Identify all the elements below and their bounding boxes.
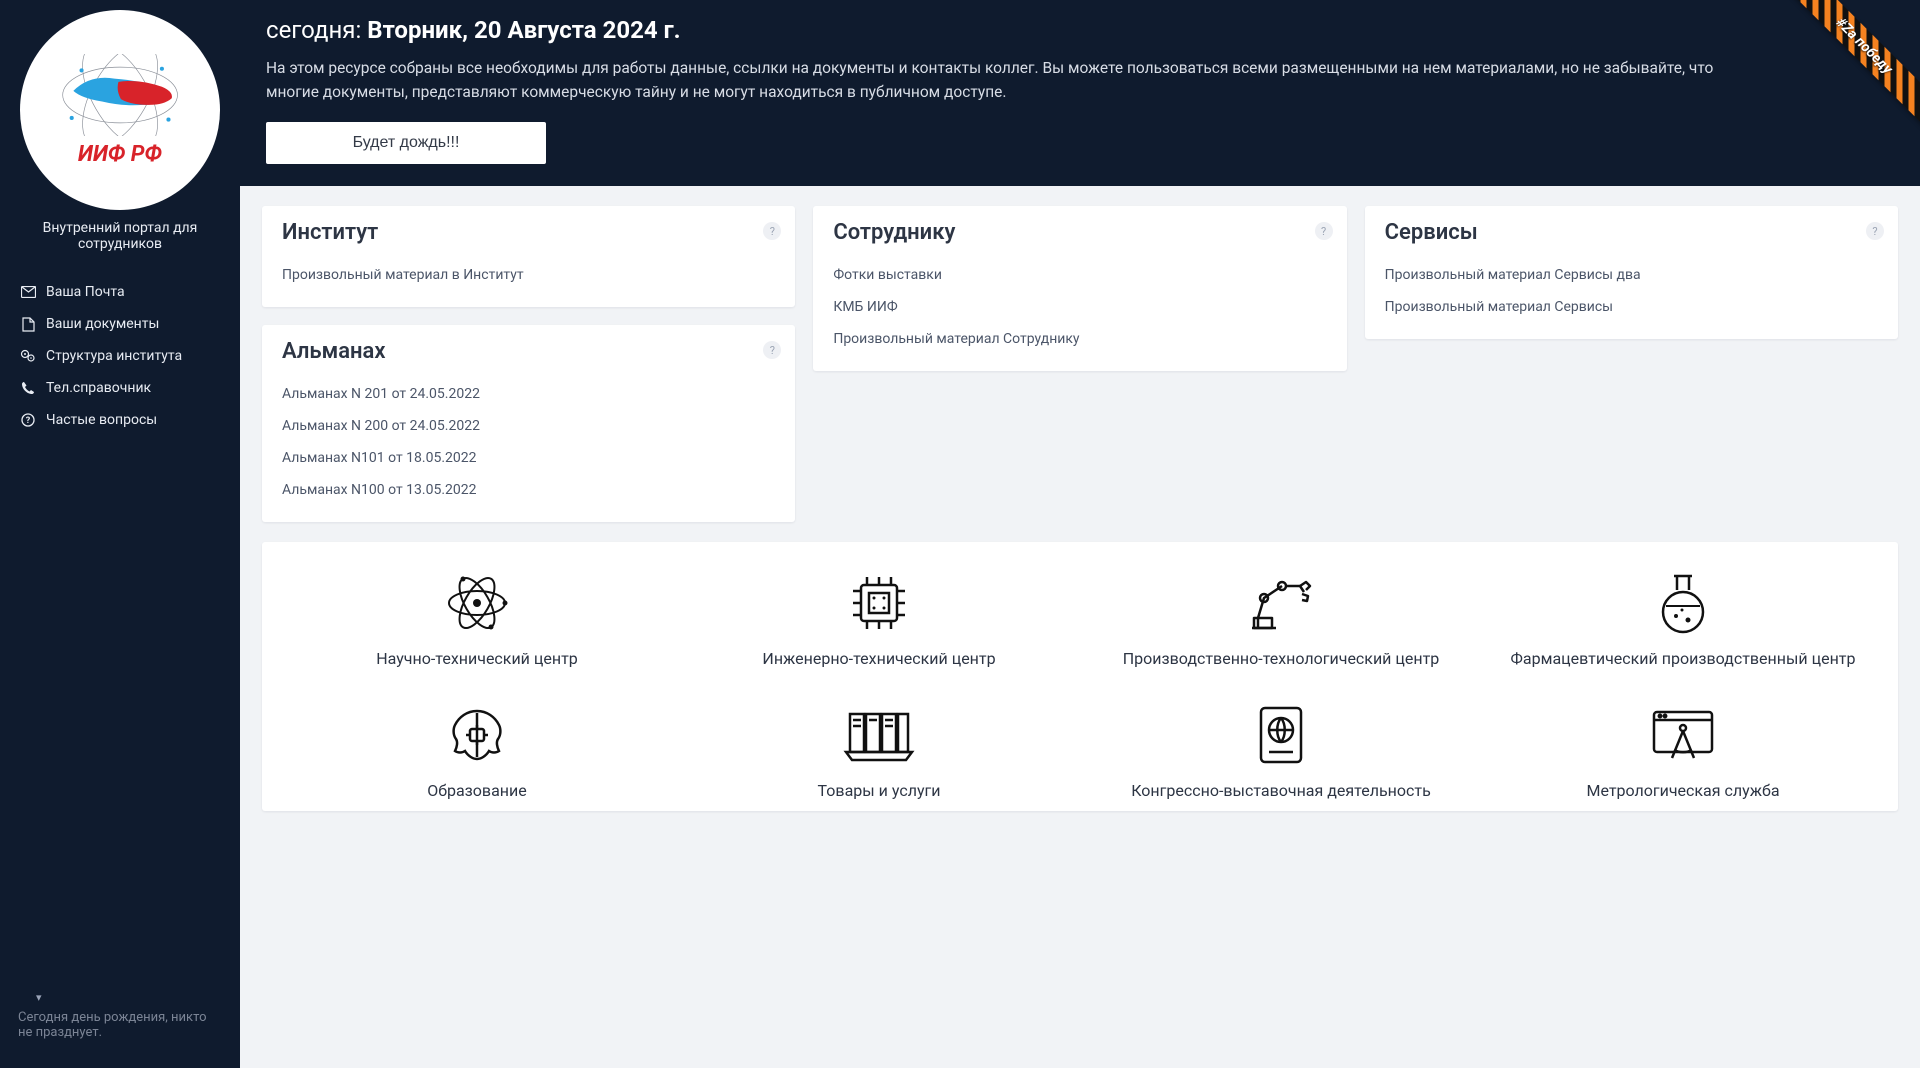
- logo-circle: ИИФ РФ: [20, 10, 220, 210]
- compass-icon: [1492, 700, 1874, 770]
- logo-area: ИИФ РФ Внутренний портал для сотрудников: [0, 10, 240, 276]
- card-almanac: ? Альманах Альманах N 201 от 24.05.2022 …: [262, 325, 795, 522]
- svg-text:?: ?: [26, 416, 31, 426]
- help-icon[interactable]: ?: [763, 222, 781, 240]
- tile-education[interactable]: Образование: [286, 700, 668, 802]
- tile-science[interactable]: Научно-технический центр: [286, 568, 668, 670]
- caret-down-icon[interactable]: ▾: [18, 991, 222, 1010]
- card-item[interactable]: Фотки выставки: [833, 259, 1326, 291]
- content: ? Институт Произвольный материал в Инсти…: [240, 186, 1920, 831]
- nav-label: Частые вопросы: [46, 412, 157, 428]
- nav-label: Ваши документы: [46, 316, 159, 332]
- nav-label: Тел.справочник: [46, 380, 151, 396]
- gears-icon: [20, 349, 36, 363]
- header: сегодня: Вторник, 20 Августа 2024 г. На …: [240, 0, 1920, 186]
- help-icon[interactable]: ?: [763, 341, 781, 359]
- date-prefix: сегодня:: [266, 16, 367, 44]
- card-item[interactable]: Произвольный материал Сервисы: [1385, 291, 1878, 323]
- nav-faq[interactable]: ? Частые вопросы: [8, 404, 232, 436]
- card-item[interactable]: Альманах N 201 от 24.05.2022: [282, 378, 775, 410]
- nav-phone[interactable]: Тел.справочник: [8, 372, 232, 404]
- sidebar: ИИФ РФ Внутренний портал для сотрудников…: [0, 0, 240, 1068]
- nav-label: Ваша Почта: [46, 284, 125, 300]
- logo-map-image: [43, 54, 198, 136]
- mail-icon: [20, 286, 36, 298]
- tiles-grid: Научно-технический центр Инженерно-техни…: [262, 542, 1898, 811]
- card-item[interactable]: Альманах N100 от 13.05.2022: [282, 474, 775, 506]
- header-description: На этом ресурсе собраны все необходимы д…: [266, 56, 1766, 104]
- tile-engineering[interactable]: Инженерно-технический центр: [688, 568, 1070, 670]
- tile-congress[interactable]: Конгрессно-выставочная деятельность: [1090, 700, 1472, 802]
- phone-icon: [20, 381, 36, 395]
- nav-label: Структура института: [46, 348, 182, 364]
- tile-production[interactable]: Производственно-технологический центр: [1090, 568, 1472, 670]
- nav-mail[interactable]: Ваша Почта: [8, 276, 232, 308]
- tile-label: Фармацевтический производственный центр: [1492, 648, 1874, 670]
- nav-structure[interactable]: Структура института: [8, 340, 232, 372]
- nav-docs[interactable]: Ваши документы: [8, 308, 232, 340]
- card-services: ? Сервисы Произвольный материал Сервисы …: [1365, 206, 1898, 339]
- sidebar-footer: ▾ Сегодня день рождения, никто не праздн…: [0, 973, 240, 1058]
- tile-pharma[interactable]: Фармацевтический производственный центр: [1492, 568, 1874, 670]
- cards-grid: ? Институт Произвольный материал в Инсти…: [262, 206, 1898, 522]
- card-title: Институт: [282, 220, 775, 245]
- tile-metrology[interactable]: Метрологическая служба: [1492, 700, 1874, 802]
- tile-label: Конгрессно-выставочная деятельность: [1090, 780, 1472, 802]
- card-title: Альманах: [282, 339, 775, 364]
- card-item[interactable]: Альманах N101 от 18.05.2022: [282, 442, 775, 474]
- card-title: Сервисы: [1385, 220, 1878, 245]
- header-date: сегодня: Вторник, 20 Августа 2024 г.: [266, 16, 1894, 44]
- birthday-notice: Сегодня день рождения, никто не празднуе…: [18, 1010, 222, 1040]
- tile-label: Инженерно-технический центр: [688, 648, 1070, 670]
- card-title: Сотруднику: [833, 220, 1326, 245]
- tile-goods[interactable]: Товары и услуги: [688, 700, 1070, 802]
- books-icon: [688, 700, 1070, 770]
- card-item[interactable]: КМБ ИИФ: [833, 291, 1326, 323]
- tile-label: Товары и услуги: [688, 780, 1070, 802]
- left-column: ? Институт Произвольный материал в Инсти…: [262, 206, 795, 522]
- logo-text: ИИФ РФ: [78, 142, 162, 167]
- card-employee: ? Сотруднику Фотки выставки КМБ ИИФ Прои…: [813, 206, 1346, 371]
- help-icon[interactable]: ?: [1866, 222, 1884, 240]
- card-institute: ? Институт Произвольный материал в Инсти…: [262, 206, 795, 307]
- card-item[interactable]: Альманах N 200 от 24.05.2022: [282, 410, 775, 442]
- card-item[interactable]: Произвольный материал в Институт: [282, 259, 775, 291]
- atom-icon: [286, 568, 668, 638]
- main-area: сегодня: Вторник, 20 Августа 2024 г. На …: [240, 0, 1920, 1068]
- tile-label: Образование: [286, 780, 668, 802]
- robot-arm-icon: [1090, 568, 1472, 638]
- tile-label: Производственно-технологический центр: [1090, 648, 1472, 670]
- weather-button[interactable]: Будет дождь!!!: [266, 122, 546, 164]
- passport-icon: [1090, 700, 1472, 770]
- question-icon: ?: [20, 413, 36, 427]
- tile-label: Научно-технический центр: [286, 648, 668, 670]
- flask-icon: [1492, 568, 1874, 638]
- chip-icon: [688, 568, 1070, 638]
- doc-icon: [20, 317, 36, 332]
- sidebar-nav: Ваша Почта Ваши документы Структура инст…: [0, 276, 240, 436]
- help-icon[interactable]: ?: [1315, 222, 1333, 240]
- card-item[interactable]: Произвольный материал Сотруднику: [833, 323, 1326, 355]
- sidebar-subtitle: Внутренний портал для сотрудников: [15, 220, 225, 264]
- tile-label: Метрологическая служба: [1492, 780, 1874, 802]
- card-item[interactable]: Произвольный материал Сервисы два: [1385, 259, 1878, 291]
- brain-icon: [286, 700, 668, 770]
- date-value: Вторник, 20 Августа 2024 г.: [367, 16, 680, 44]
